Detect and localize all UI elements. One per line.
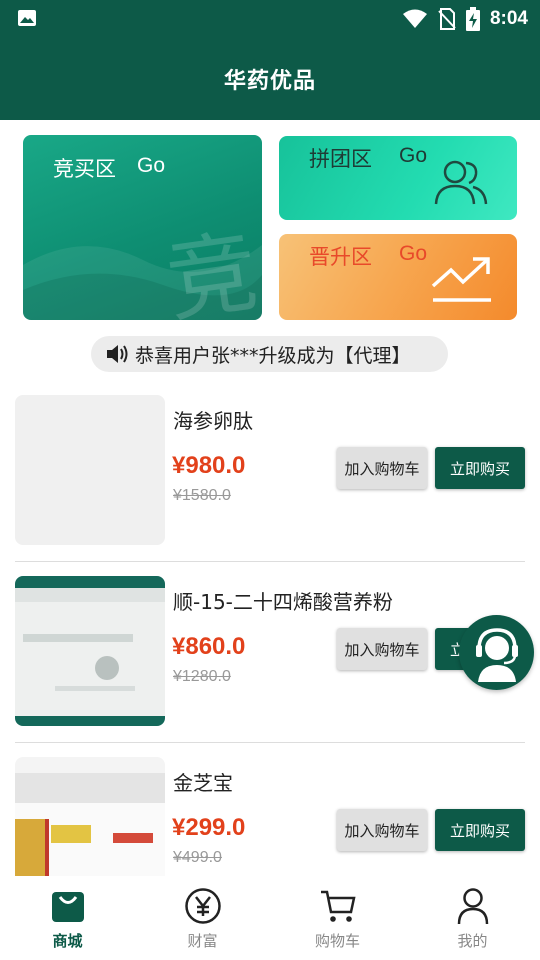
product-original-price: ¥1580.0 [173,487,231,504]
product-card[interactable]: 顺-15-二十四烯酸营养粉 ¥860.0 ¥1280.0 加入购物车 立即购买 [15,576,525,728]
image-notification-icon [18,10,36,26]
yen-coin-icon [183,886,223,926]
app-bar: 华药优品 [0,38,540,120]
product-name: 金芝宝 [173,771,233,795]
product-image [15,576,165,726]
buy-now-button[interactable]: 立即购买 [435,809,525,851]
customer-service-button[interactable] [459,615,534,690]
bid-watermark: 竞 [160,219,262,320]
tab-me[interactable]: 我的 [405,876,540,960]
tab-mall[interactable]: 商城 [0,876,135,960]
cart-icon [318,886,358,926]
buy-now-button[interactable]: 立即购买 [435,447,525,489]
divider [15,561,525,562]
product-card[interactable]: 海参卵肽 ¥980.0 ¥1580.0 加入购物车 立即购买 [15,395,525,547]
status-time: 8:04 [489,8,528,29]
promotion-zone-go: Go [399,242,428,265]
battery-charging-icon [465,7,480,31]
page-title: 华药优品 [223,69,316,94]
add-to-cart-button[interactable]: 加入购物车 [337,809,427,851]
add-to-cart-button[interactable]: 加入购物车 [337,628,427,670]
product-price: ¥860.0 [172,633,246,660]
no-sim-icon [438,8,456,30]
divider [15,742,525,743]
product-price: ¥299.0 [172,814,246,841]
tab-label: 我的 [457,932,488,950]
announcement-text: 恭喜用户张***升级成为【代理】 [135,344,411,367]
tab-label: 商城 [52,932,83,950]
group-zone-go: Go [399,144,428,167]
tab-cart[interactable]: 购物车 [270,876,405,960]
person-icon [453,886,493,926]
announcement-bar: 恭喜用户张***升级成为【代理】 [91,336,448,372]
product-price: ¥980.0 [172,452,246,479]
bottom-tab-bar: 商城 财富 购物车 我的 [0,876,540,960]
product-image [15,395,165,545]
promotion-zone-label: 晋升区 [309,245,372,269]
bid-zone-banner[interactable]: 竞 竞买区 Go [23,135,262,320]
trending-up-icon [431,257,491,302]
headset-agent-icon [475,627,518,682]
product-box-illustration [15,588,165,716]
group-zone-banner[interactable]: 拼团区 Go [279,136,517,220]
product-image [15,757,165,876]
product-box-illustration [15,773,165,876]
tab-wealth[interactable]: 财富 [135,876,270,960]
bid-zone-label: 竞买区 [53,157,116,181]
product-original-price: ¥499.0 [173,849,222,866]
promotion-zone-banner[interactable]: 晋升区 Go [279,234,517,320]
speaker-icon [107,345,128,363]
people-icon [434,160,488,205]
product-name: 顺-15-二十四烯酸营养粉 [173,590,393,614]
product-name: 海参卵肽 [173,409,253,433]
status-bar: 8:04 [0,0,540,38]
product-original-price: ¥1280.0 [173,668,231,685]
bid-zone-go: Go [137,154,166,177]
wifi-icon [402,9,427,28]
tab-label: 购物车 [314,932,360,950]
add-to-cart-button[interactable]: 加入购物车 [337,447,427,489]
tab-label: 财富 [187,932,218,950]
shopping-bag-icon [48,886,88,926]
group-zone-label: 拼团区 [309,147,372,171]
